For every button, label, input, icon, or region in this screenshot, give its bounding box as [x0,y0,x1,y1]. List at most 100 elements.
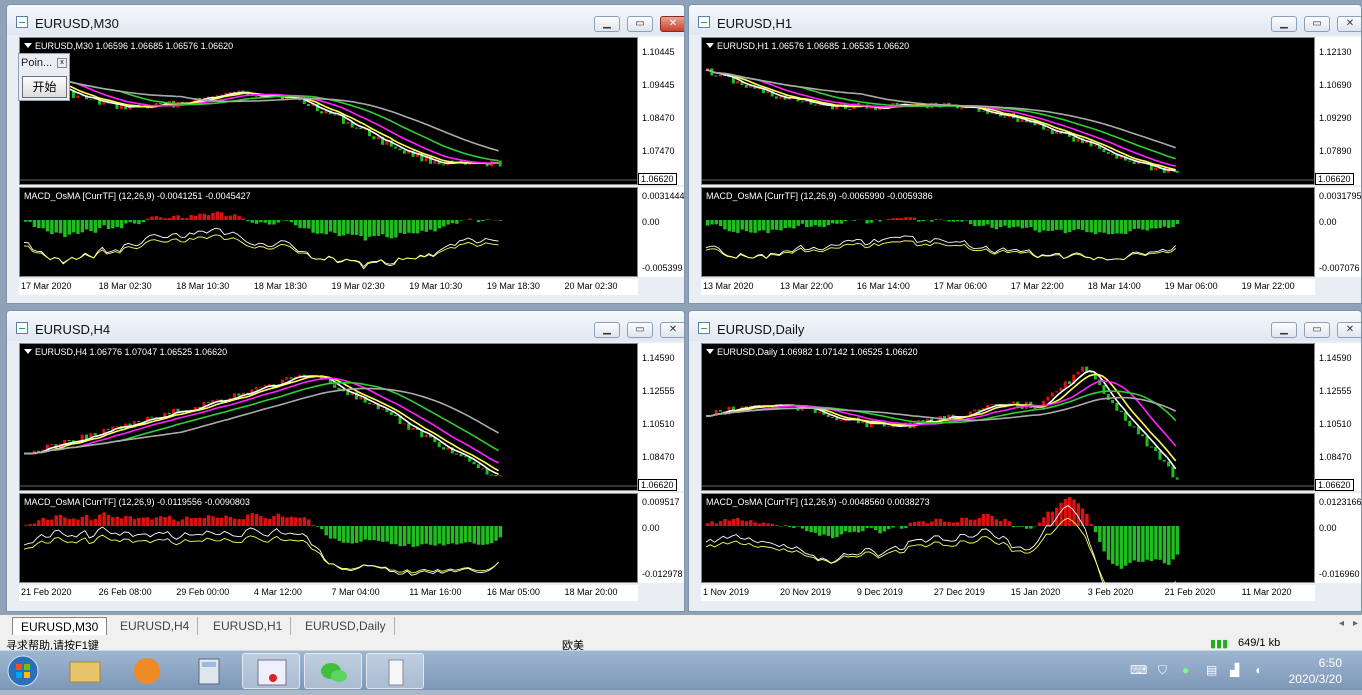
tab-scroll-right-icon[interactable]: ▸ [1353,618,1358,629]
macd-bar [398,220,401,233]
close-button[interactable]: ✕ [660,322,685,338]
time-tick-label: 19 Mar 22:00 [1242,281,1295,291]
macd-bar [159,217,162,220]
tab-eurusd-m30[interactable]: EURUSD,M30 [12,617,107,635]
candle [1163,460,1166,462]
candle [229,92,232,93]
price-chart[interactable]: EURUSD,Daily 1.06982 1.07142 1.06525 1.0… [701,343,1315,491]
price-tick-label: 1.14590 [1319,353,1352,363]
price-chart[interactable]: EURUSD,H4 1.06776 1.07047 1.06525 1.0662… [19,343,638,491]
shield-icon[interactable]: ⛉ [1158,663,1167,678]
minimize-button[interactable]: ▁ [594,322,620,338]
point-dialog-close-icon[interactable]: x [57,58,67,68]
price-chart[interactable]: EURUSD,H1 1.06576 1.06685 1.06535 1.0662… [701,37,1315,185]
macd-bar [81,517,84,526]
maximize-button[interactable]: ▭ [1304,16,1330,32]
minimize-button[interactable]: ▁ [1271,16,1297,32]
macd-bar [788,526,791,527]
macd-header: MACD_OsMA [CurrTF] (12,26,9) -0.0119556 … [24,497,250,507]
taskbar-app-orange[interactable] [118,653,176,689]
macd-bar [883,526,886,531]
volume-muted-icon[interactable]: ◖ [1254,663,1261,677]
network-icon[interactable]: ▟ [1230,663,1239,677]
chart-window-h4[interactable]: EURUSD,H4 ▁ ▭ ✕ EURUSD,H4 1.06776 1.0704… [6,310,685,612]
taskbar-explorer[interactable] [56,653,114,689]
start-button[interactable]: 开始 [22,76,67,98]
macd-bar [142,518,145,526]
title-bar[interactable]: EURUSD,H4 ▁ ▭ ✕ [7,311,684,341]
start-orb[interactable] [2,653,44,689]
macd-bar [129,220,132,222]
tab-scroll-left-icon[interactable]: ◂ [1339,618,1344,629]
macd-panel[interactable]: MACD_OsMA [CurrTF] (12,26,9) -0.0041251 … [19,187,638,277]
point-dialog[interactable]: Poin... x 开始 [18,53,70,101]
macd-bar [355,526,358,543]
macd-signal-line [24,235,499,267]
macd-bar [311,525,314,526]
candle [442,447,445,449]
tab-eurusd-h4[interactable]: EURUSD,H4 [112,617,198,635]
candle [285,377,288,379]
macd-bar [969,220,972,224]
price-tick-label: 1.12555 [642,386,675,396]
usb-icon[interactable]: ▤ [1206,663,1217,677]
price-chart[interactable]: EURUSD,M30 1.06596 1.06685 1.06576 1.066… [19,37,638,185]
candle [1064,381,1067,388]
candle [1072,137,1075,142]
candle [50,444,53,445]
taskbar-app-doc[interactable] [366,653,424,689]
candle [745,85,748,88]
status-traffic: 649/1 kb [1238,637,1280,649]
taskbar-calculator[interactable] [180,653,238,689]
title-bar[interactable]: EURUSD,M30 ▁ ▭ ✕ [7,5,684,35]
last-price-label: 1.06620 [638,479,677,491]
macd-bar [303,220,306,228]
macd-bar [242,218,245,220]
chart-window-d1[interactable]: EURUSD,Daily ▁ ▭ ✕ EURUSD,Daily 1.06982 … [688,310,1362,612]
macd-bar [268,220,271,225]
macd-bar [891,218,894,220]
minimize-button[interactable]: ▁ [594,16,620,32]
price-tick-label: 1.12130 [1319,47,1352,57]
taskbar-wechat[interactable] [304,653,362,689]
macd-bar [76,220,79,234]
macd-bar [990,220,993,228]
macd-bar [706,220,709,226]
candle [719,410,722,412]
macd-bar [181,218,184,220]
macd-panel[interactable]: MACD_OsMA [CurrTF] (12,26,9) -0.0119556 … [19,493,638,583]
time-tick-label: 15 Jan 2020 [1011,587,1061,597]
price-axis: 1.104451.094451.084701.074701.06620 [638,37,685,185]
macd-bar [181,519,184,526]
time-tick-label: 18 Mar 10:30 [176,281,229,291]
taskbar: ⌨ ⛉ ● ▤ ▟ ◖ 6:50 2020/3/20 [0,650,1362,690]
candle [1068,381,1071,384]
title-bar[interactable]: EURUSD,H1 ▁ ▭ ✕ [689,5,1361,35]
title-bar[interactable]: EURUSD,Daily ▁ ▭ ✕ [689,311,1361,341]
maximize-button[interactable]: ▭ [627,16,653,32]
tab-eurusd-h1[interactable]: EURUSD,H1 [205,617,291,635]
tab-eurusd-daily[interactable]: EURUSD,Daily [297,617,395,635]
macd-panel[interactable]: MACD_OsMA [CurrTF] (12,26,9) -0.0048560 … [701,493,1315,583]
macd-panel[interactable]: MACD_OsMA [CurrTF] (12,26,9) -0.0065990 … [701,187,1315,277]
wechat-tray-icon[interactable]: ● [1182,663,1189,677]
minimize-button[interactable]: ▁ [1271,322,1297,338]
chart-window-m30[interactable]: EURUSD,M30 ▁ ▭ ✕ EURUSD,M30 1.06596 1.06… [6,4,685,304]
close-button[interactable]: ✕ [1337,322,1362,338]
candle [1133,426,1136,427]
close-button[interactable]: ✕ [660,16,685,32]
macd-bar [745,521,748,526]
clock[interactable]: 6:50 2020/3/20 [1289,655,1342,687]
candle [377,137,380,140]
macd-bar [468,526,471,542]
macd-bar [98,220,101,228]
taskbar-metatrader[interactable] [242,653,300,689]
chart-window-h1[interactable]: EURUSD,H1 ▁ ▭ ✕ EURUSD,H1 1.06576 1.0668… [688,4,1362,304]
keyboard-icon[interactable]: ⌨ [1130,663,1147,677]
macd-bar [753,220,756,233]
close-button[interactable]: ✕ [1337,16,1362,32]
maximize-button[interactable]: ▭ [1304,322,1330,338]
maximize-button[interactable]: ▭ [627,322,653,338]
macd-signal-line [24,228,499,269]
candle [137,421,140,422]
